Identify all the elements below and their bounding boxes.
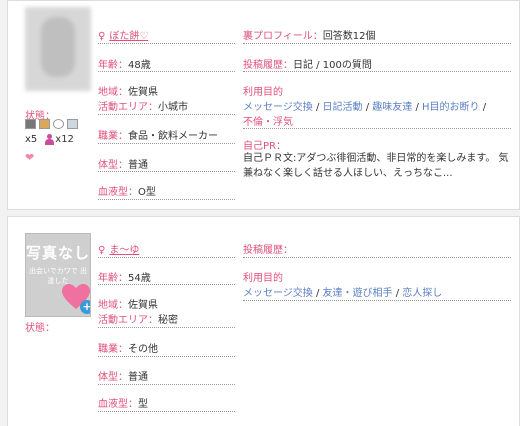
purpose-link[interactable]: 日記活動 bbox=[323, 102, 363, 113]
area-field: 活動エリア：秘密 bbox=[98, 315, 178, 326]
area-field: 活動エリア：小城市 bbox=[98, 102, 188, 113]
posts-field: 投稿履歴：日記 / 100の質問 bbox=[243, 60, 372, 71]
status-label: 状態： bbox=[25, 323, 55, 334]
diary-icon bbox=[39, 119, 50, 129]
female-icon: ♀ bbox=[98, 245, 106, 256]
no-photo-subtext: 出会いでカワで 出逢した bbox=[28, 267, 87, 285]
purpose-link[interactable]: メッセージ交換 bbox=[243, 288, 313, 299]
purpose-link[interactable]: メッセージ交換 bbox=[243, 102, 313, 113]
purpose-label: 利用目的 bbox=[243, 273, 283, 284]
job-field: 職業：食品・飲料メーカー bbox=[98, 131, 218, 142]
no-photo-placeholder[interactable]: 写真なし 出会いでカワで 出逢した + bbox=[25, 233, 91, 317]
profile-card-1: 状態： x5 x12 ❤ ♀ ぼた餅♡ 年齢：48歳 地域：佐賀県 活動エリア：小… bbox=[7, 0, 520, 210]
age-field: 年齢：54歳 bbox=[98, 273, 151, 284]
add-favorite-icon[interactable]: + bbox=[80, 300, 90, 314]
body-field: 体型：普通 bbox=[98, 372, 148, 383]
chat-icon bbox=[53, 119, 64, 129]
region-field: 地域：佐賀県 bbox=[98, 87, 158, 98]
purpose-link[interactable]: H目的お断り bbox=[422, 102, 480, 113]
female-icon: ♀ bbox=[98, 31, 106, 42]
pr-label: 自己PR： bbox=[243, 141, 286, 152]
posts-field: 投稿履歴： bbox=[243, 245, 293, 256]
job-field: 職業：その他 bbox=[98, 344, 158, 355]
purpose-list-2: 不倫・浮気 bbox=[243, 113, 293, 128]
ura-profile-field: 裏プロフィール：回答数12個 bbox=[243, 31, 376, 42]
purpose-list: メッセージ交換 / 友達・遊び相手 / 恋人探し bbox=[243, 288, 443, 299]
purpose-list: メッセージ交換 / 日記活動 / 趣味友達 / H目的お断り / bbox=[243, 102, 487, 113]
purpose-link[interactable]: 不倫・浮気 bbox=[243, 117, 293, 128]
profile-name[interactable]: ♀ ま〜ゆ bbox=[98, 241, 139, 256]
purpose-link[interactable]: 恋人探し bbox=[402, 288, 442, 299]
blood-field: 血液型：型 bbox=[98, 399, 148, 410]
profile-name[interactable]: ♀ ぼた餅♡ bbox=[98, 27, 148, 42]
activity-counts: x5 x12 bbox=[25, 134, 74, 145]
name-link[interactable]: ま〜ゆ bbox=[109, 245, 139, 256]
camera-icon bbox=[25, 119, 36, 129]
profile-card-2: 写真なし 出会いでカワで 出逢した + 状態： ♀ ま〜ゆ 年齢：54歳 地域：佐… bbox=[7, 216, 520, 426]
name-link[interactable]: ぼた餅♡ bbox=[109, 31, 148, 42]
age-field: 年齢：48歳 bbox=[98, 60, 151, 71]
photo-count: x5 bbox=[25, 134, 38, 145]
window-icon bbox=[67, 119, 78, 129]
purpose-label: 利用目的 bbox=[243, 87, 283, 98]
person-icon bbox=[45, 134, 55, 145]
heart-icon[interactable]: ❤ bbox=[25, 151, 34, 164]
friend-count: x12 bbox=[55, 134, 74, 145]
region-field: 地域：佐賀県 bbox=[98, 300, 158, 311]
pr-text: 自己ＰＲ文:アダつぶ徘徊活動、非日常的を楽しみます。 気兼ねなく楽しく話せる人ほ… bbox=[243, 153, 509, 179]
purpose-link[interactable]: 趣味友達 bbox=[372, 102, 412, 113]
activity-icons bbox=[25, 119, 78, 129]
body-field: 体型：普通 bbox=[98, 160, 148, 171]
blood-field: 血液型：O型 bbox=[98, 187, 156, 198]
profile-photo[interactable] bbox=[25, 7, 91, 91]
purpose-link[interactable]: 友達・遊び相手 bbox=[323, 288, 393, 299]
no-photo-text: 写真なし bbox=[26, 244, 91, 262]
